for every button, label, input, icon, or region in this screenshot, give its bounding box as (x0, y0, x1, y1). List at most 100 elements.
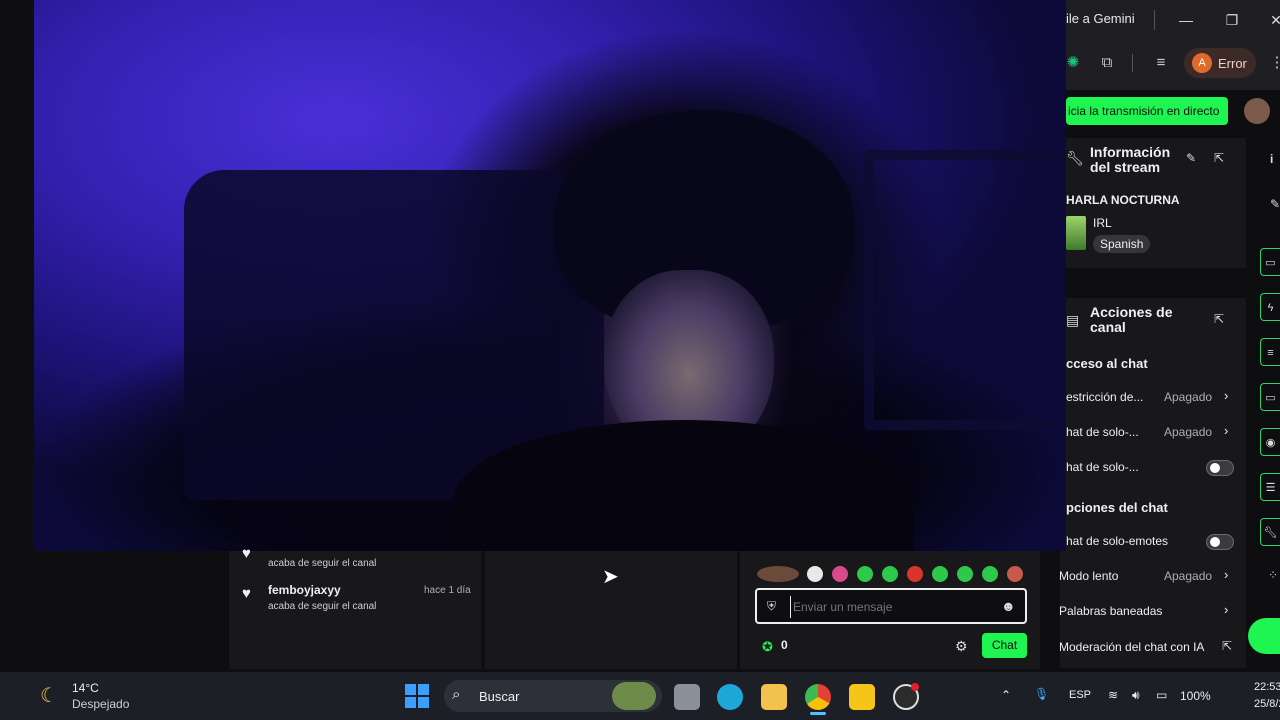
emote-picker-icon[interactable]: ☻ (1001, 598, 1016, 614)
stream-info-heading: Información del stream (1090, 144, 1171, 175)
channel-actions-heading: Acciones de canal (1090, 304, 1173, 335)
search-label: Buscar (479, 689, 520, 704)
stream-title: HARLA NOCTURNA (1066, 193, 1180, 207)
emote-rock[interactable] (757, 566, 799, 582)
language-tag[interactable]: Spanish (1093, 235, 1151, 253)
clock-time[interactable]: 22:53 (1254, 681, 1280, 693)
profile-avatar: A (1192, 53, 1212, 73)
activity-item-text: acaba de seguir el canal (268, 601, 377, 612)
quick-action-broadcast-icon[interactable]: ◉ (1260, 428, 1280, 456)
notification-badge (911, 683, 919, 691)
browser-tab-title[interactable]: ile a Gemini (1066, 11, 1135, 26)
error-label: Error (1218, 55, 1247, 71)
battery-percent[interactable]: 100% (1180, 689, 1211, 703)
emote-ghost[interactable] (807, 566, 823, 582)
more-icon[interactable]: ⁘ (1268, 568, 1278, 582)
emote-cup[interactable] (882, 566, 898, 582)
category-name[interactable]: IRL (1093, 216, 1112, 230)
chat-only-toggle[interactable] (1206, 460, 1234, 476)
weather-desc[interactable]: Despejado (72, 697, 129, 711)
weather-temp[interactable]: 14°C (72, 681, 99, 695)
channel-points-count[interactable]: 0 (781, 638, 788, 652)
browser-menu-icon[interactable]: ⋮ (1266, 52, 1280, 74)
banned-words-label[interactable]: Palabras baneadas (1059, 604, 1162, 618)
popout-icon[interactable]: ⇱ (1214, 151, 1224, 165)
category-thumbnail (1066, 216, 1086, 250)
actions-icon: ▤ (1066, 312, 1080, 328)
search-highlight-image (612, 682, 656, 710)
emote-flower[interactable] (832, 566, 848, 582)
tray-overflow-icon[interactable]: ⌃ (1001, 688, 1011, 702)
chevron-right-icon[interactable]: › (1224, 602, 1228, 617)
wrench-icon: 🔧︎ (1066, 150, 1084, 166)
search-icon: ⌕ (452, 686, 461, 703)
restore-icon[interactable]: ❐ (1218, 6, 1246, 34)
minimize-icon[interactable]: — (1172, 6, 1200, 34)
quick-action-chat-icon[interactable]: ▭ (1260, 383, 1280, 411)
tab-divider (1154, 10, 1155, 30)
profile-error-button[interactable]: A Error (1184, 48, 1256, 78)
emote-face[interactable] (1007, 566, 1023, 582)
ai-moderation-label[interactable]: Moderación del chat con IA (1059, 640, 1204, 654)
chat-settings-icon[interactable]: ⚙ (955, 638, 968, 655)
activity-item-user[interactable]: femboyjaxyy (268, 583, 341, 597)
chat-only-toggle-label: hat de solo-... (1066, 460, 1139, 474)
info-icon[interactable]: i (1270, 152, 1273, 166)
emote-star[interactable] (932, 566, 948, 582)
edit-icon[interactable]: ✎ (1186, 151, 1196, 165)
quick-action-wrench-icon[interactable]: 🔧︎ (1260, 518, 1280, 546)
chevron-right-icon[interactable]: › (1224, 567, 1228, 582)
chevron-right-icon[interactable]: › (1224, 388, 1228, 403)
emote-frog[interactable] (857, 566, 873, 582)
task-view-icon[interactable] (674, 684, 700, 710)
edit-icon[interactable]: ✎ (1270, 197, 1280, 211)
emote-cat[interactable] (982, 566, 998, 582)
restriction-row-value: Apagado (1164, 390, 1213, 404)
emote-angry[interactable] (907, 566, 923, 582)
assistant-launcher-icon[interactable] (1248, 618, 1280, 654)
user-avatar[interactable] (1244, 98, 1270, 124)
language-indicator[interactable]: ESP (1069, 689, 1091, 701)
mouse-cursor-icon: ➤ (602, 566, 619, 588)
chevron-right-icon[interactable]: › (1224, 423, 1228, 438)
close-icon[interactable]: ✕ (1262, 6, 1280, 34)
emote-only-label: hat de solo-emotes (1066, 534, 1169, 548)
wifi-icon[interactable]: ≋ (1108, 688, 1118, 702)
shield-icon[interactable]: ⛨ (767, 599, 776, 614)
activity-item-time: hace 1 día (424, 585, 471, 596)
file-explorer-icon[interactable] (761, 684, 787, 710)
quick-action-list-icon[interactable]: ≡ (1260, 338, 1280, 366)
channel-points-icon: ✪ (762, 639, 773, 654)
chat-message-input[interactable] (790, 596, 995, 618)
edge-icon[interactable] (717, 684, 743, 710)
extensions-icon[interactable]: ⧉ (1096, 52, 1118, 74)
quick-action-video-icon[interactable]: ▭ (1260, 248, 1280, 276)
battery-icon[interactable]: ▭ (1156, 688, 1167, 702)
activity-item-text: acaba de seguir el canal (268, 558, 377, 569)
emote-wave[interactable] (957, 566, 973, 582)
weather-moon-icon[interactable]: ☾ (40, 683, 58, 708)
restriction-row-label[interactable]: estricción de... (1066, 390, 1143, 404)
heart-icon: ♥ (242, 545, 251, 562)
chat-options-heading: pciones del chat (1066, 500, 1168, 515)
popout-icon[interactable]: ⇱ (1214, 312, 1224, 326)
start-icon[interactable] (405, 684, 429, 708)
clock-date[interactable]: 25/8/2025 (1254, 698, 1280, 710)
chat-send-button[interactable]: Chat (982, 633, 1027, 658)
chat-access-heading: cceso al chat (1066, 356, 1148, 371)
active-app-indicator (810, 712, 826, 715)
exchange-app-icon[interactable] (849, 684, 875, 710)
quick-action-layers-icon[interactable]: ☰ (1260, 473, 1280, 501)
emote-only-toggle[interactable] (1206, 534, 1234, 550)
slow-mode-label[interactable]: Modo lento (1059, 569, 1118, 583)
slow-mode-value: Apagado (1164, 569, 1213, 583)
chat-only-row-label[interactable]: hat de solo-... (1066, 425, 1139, 439)
volume-icon[interactable]: 🔊︎ (1132, 688, 1140, 703)
go-live-button[interactable]: icia la transmisión en directo (1066, 97, 1228, 125)
stream-video-preview (34, 0, 1066, 551)
external-link-icon[interactable]: ⇱ (1222, 639, 1232, 653)
media-control-icon[interactable]: ≡ (1150, 52, 1172, 74)
chrome-icon[interactable] (805, 684, 831, 710)
microphone-icon[interactable]: 🎙︎ (1034, 687, 1049, 701)
quick-action-bolt-icon[interactable]: ϟ (1260, 293, 1280, 321)
